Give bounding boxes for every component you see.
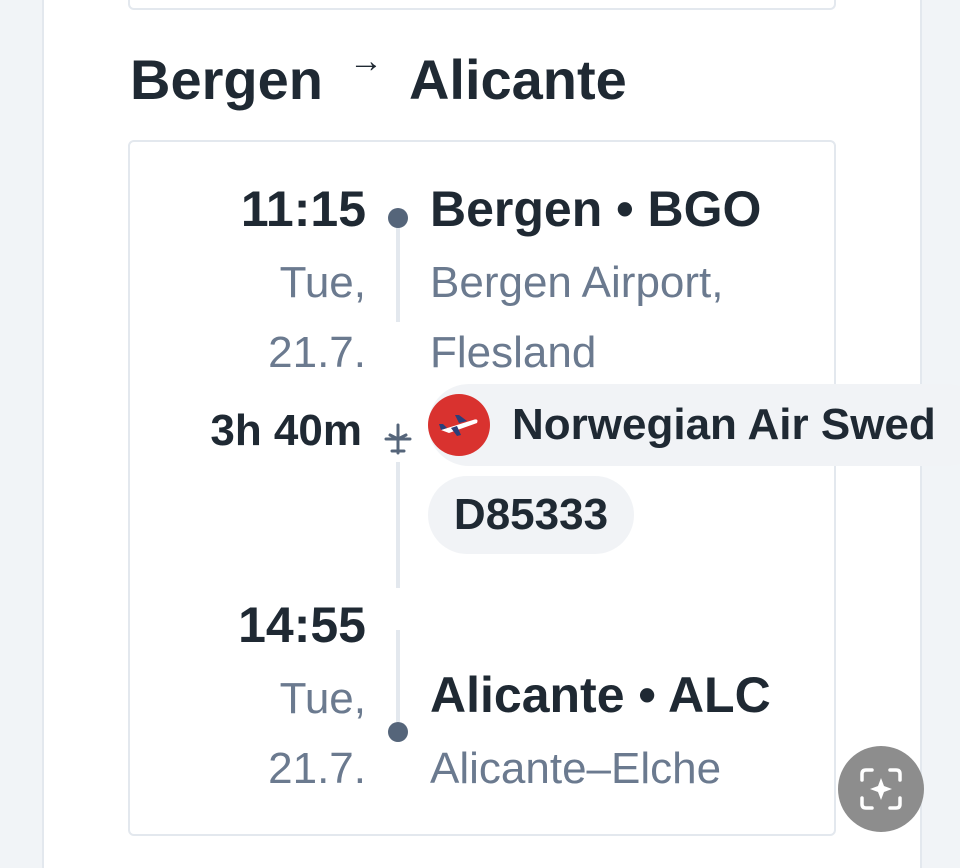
timeline-line-top [396, 228, 400, 322]
route-arrow-icon: → [348, 41, 383, 80]
previous-card-edge [128, 0, 836, 10]
departure-date-weekday: Tue, [279, 258, 366, 307]
departure-airport-line1: Bergen Airport, [430, 258, 724, 307]
airline-name: Norwegian Air Swed [512, 400, 936, 449]
arrival-airport: Alicante–Elche [430, 744, 722, 793]
airline-pill[interactable]: Norwegian Air Swed [428, 384, 960, 466]
flight-number-badge[interactable]: D85333 [428, 476, 634, 554]
arrival-dot [388, 722, 408, 742]
arrival-date-weekday: Tue, [279, 674, 366, 723]
arrival-place: Alicante • ALC [430, 667, 771, 723]
route-origin: Bergen [130, 47, 323, 111]
route-destination: Alicante [408, 47, 627, 111]
departure-place: Bergen • BGO [430, 181, 762, 237]
visual-search-button[interactable] [838, 746, 924, 832]
arrival-time: 14:55 [238, 597, 366, 653]
visual-search-icon [860, 768, 902, 810]
departure-dot [388, 208, 408, 228]
departure-time: 11:15 [240, 181, 366, 237]
arrival-date-day: 21.7. [268, 744, 366, 793]
plane-icon [380, 421, 416, 457]
timeline-line-bottom [396, 630, 400, 722]
departure-date-day: 21.7. [268, 328, 366, 377]
airline-logo-icon [428, 394, 490, 456]
departure-airport-line2: Flesland [430, 328, 597, 377]
timeline-line-middle [396, 462, 400, 588]
flight-duration: 3h 40m [210, 406, 362, 455]
route-title: Bergen → Alicante [130, 41, 627, 114]
